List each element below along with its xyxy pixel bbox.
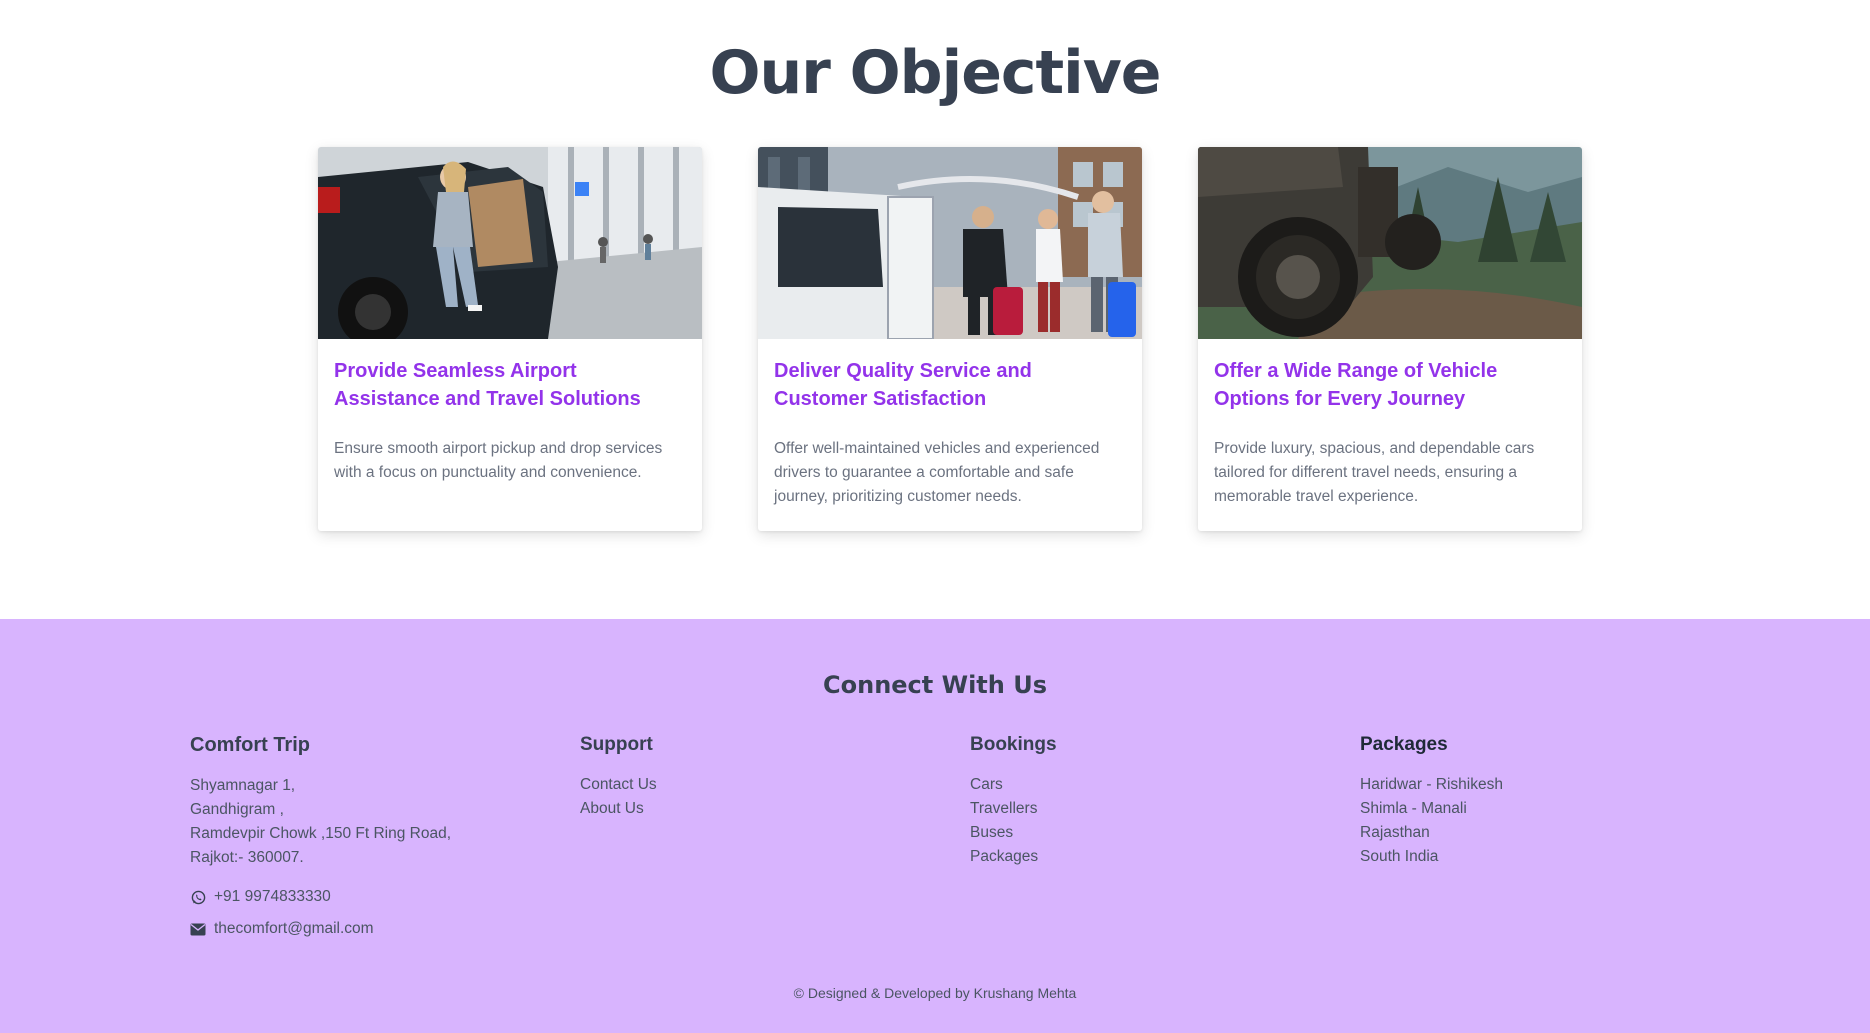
support-title: Support [580, 734, 653, 755]
card-title: Offer a Wide Range of Vehicle Options fo… [1214, 360, 1498, 410]
footer-support-column: Support Contact Us About Us [580, 734, 960, 821]
packages-title: Packages [1360, 734, 1448, 755]
phone-contact[interactable]: +91 9974833330 [190, 885, 570, 909]
about-us-link[interactable]: About Us [580, 797, 960, 821]
packages-link[interactable]: Packages [970, 845, 1350, 869]
address-line: Shyamnagar 1, [190, 777, 296, 794]
card-title: Deliver Quality Service and Customer Sat… [774, 360, 1032, 410]
travellers-link[interactable]: Travellers [970, 797, 1350, 821]
footer: Connect With Us Comfort Trip Shyamnagar … [0, 619, 1870, 1033]
package-rajasthan-link[interactable]: Rajasthan [1360, 821, 1740, 845]
card-title: Provide Seamless Airport Assistance and … [334, 360, 641, 410]
footer-packages-column: Packages Haridwar - Rishikesh Shimla - M… [1360, 734, 1740, 869]
objective-card-service: Deliver Quality Service and Customer Sat… [758, 147, 1142, 531]
company-name: Comfort Trip [190, 734, 310, 756]
email-address: thecomfort@gmail.com [214, 920, 374, 937]
card-description: Offer well-maintained vehicles and exper… [774, 440, 1100, 505]
driver-greeting-image [758, 147, 1142, 339]
card-description: Ensure smooth airport pickup and drop se… [334, 440, 663, 481]
objective-card-airport: Provide Seamless Airport Assistance and … [318, 147, 702, 531]
cars-link[interactable]: Cars [970, 773, 1350, 797]
offroad-vehicle-image [1198, 147, 1582, 339]
objective-section: Our Objective Provide Seamless Airport A… [0, 0, 1870, 619]
objective-cards: Provide Seamless Airport Assistance and … [318, 147, 1583, 531]
address-line: Rajkot:- 360007. [190, 849, 304, 866]
footer-heading: Connect With Us [823, 671, 1047, 699]
buses-link[interactable]: Buses [970, 821, 1350, 845]
address-line: Ramdevpir Chowk ,150 Ft Ring Road, [190, 825, 452, 842]
bookings-title: Bookings [970, 734, 1057, 755]
package-haridwar-link[interactable]: Haridwar - Rishikesh [1360, 773, 1740, 797]
airport-pickup-image [318, 147, 702, 339]
footer-company-column: Comfort Trip Shyamnagar 1, Gandhigram , … [190, 734, 570, 941]
phone-number: +91 9974833330 [214, 888, 331, 905]
contact-us-link[interactable]: Contact Us [580, 773, 960, 797]
whatsapp-icon [190, 889, 206, 905]
copyright-text: © Designed & Developed by Krushang Mehta [793, 985, 1077, 1001]
package-south-india-link[interactable]: South India [1360, 845, 1740, 869]
card-description: Provide luxury, spacious, and dependable… [1214, 440, 1535, 505]
objective-card-vehicles: Offer a Wide Range of Vehicle Options fo… [1198, 147, 1582, 531]
email-contact[interactable]: thecomfort@gmail.com [190, 917, 570, 941]
envelope-icon [190, 921, 206, 937]
address-line: Gandhigram , [190, 801, 284, 818]
package-shimla-link[interactable]: Shimla - Manali [1360, 797, 1740, 821]
footer-bookings-column: Bookings Cars Travellers Buses Packages [970, 734, 1350, 869]
section-title: Our Objective [709, 38, 1161, 108]
